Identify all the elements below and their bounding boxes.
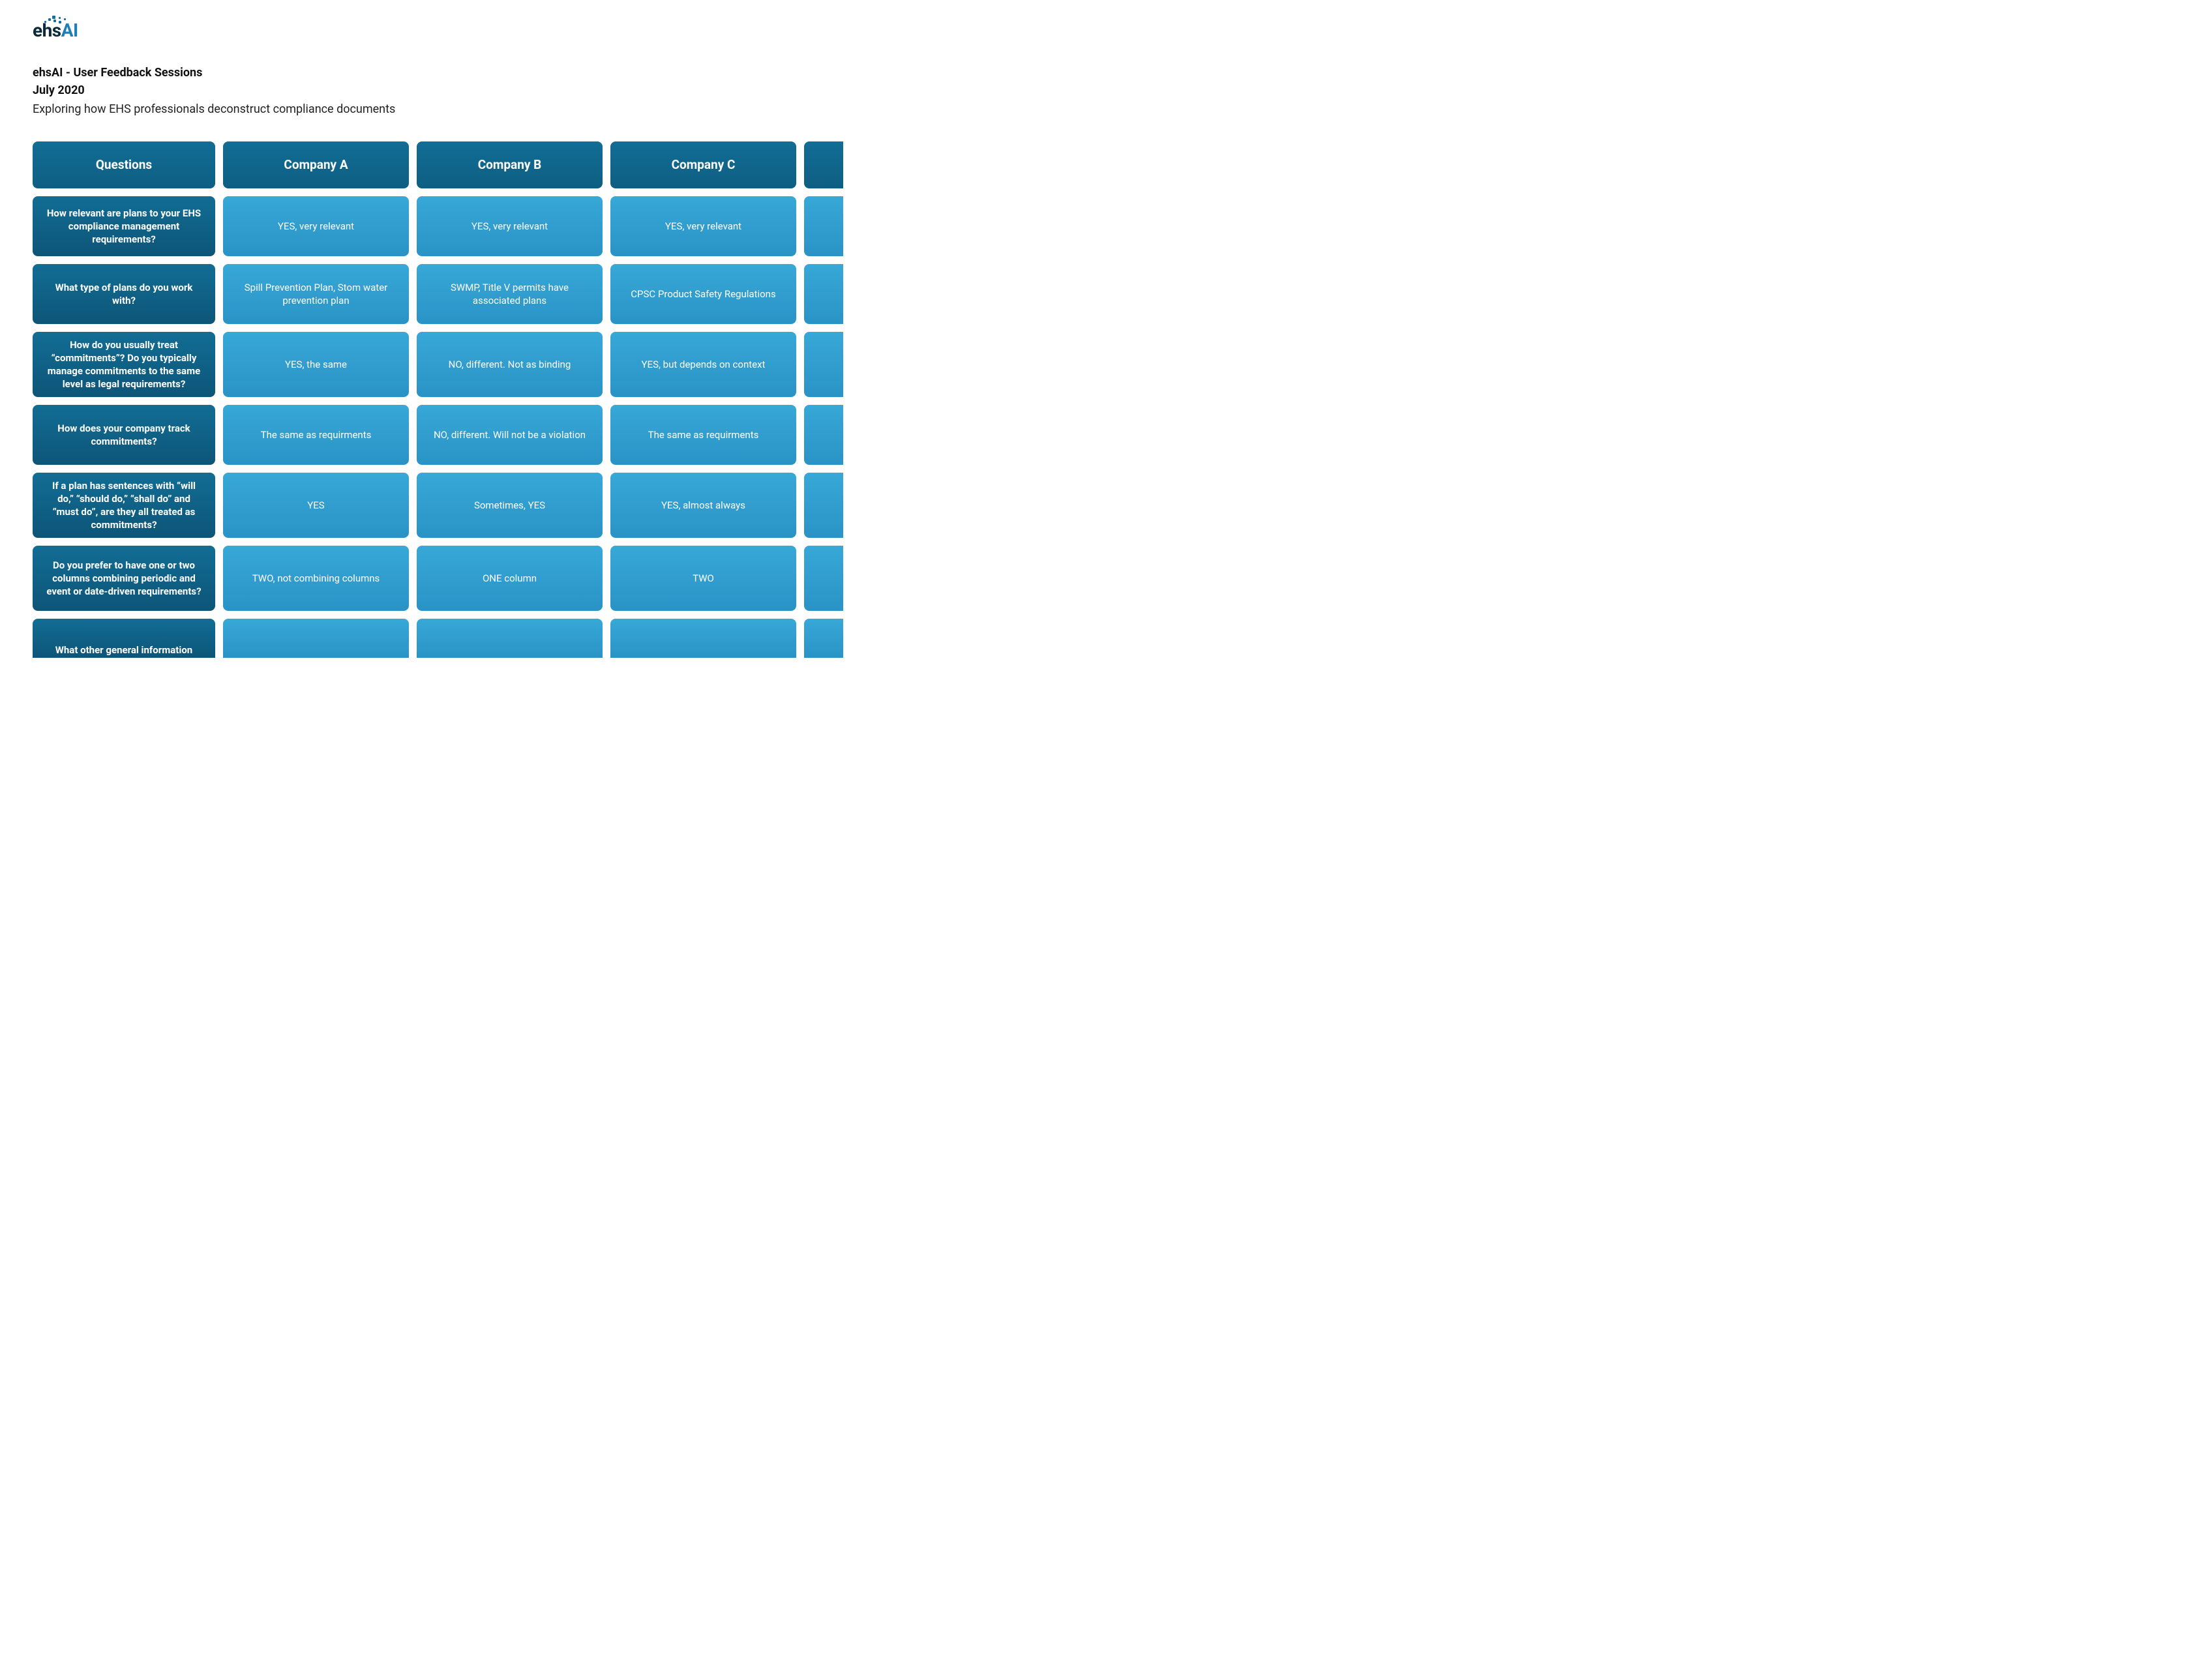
answer-cell: The same as requirments: [223, 405, 409, 465]
question-cell: If a plan has sentences with “will do,” …: [33, 473, 215, 538]
logo-dots-icon: [44, 16, 70, 26]
answer-cell: The same as requirments: [610, 405, 796, 465]
question-cell: How relevant are plans to your EHS compl…: [33, 196, 215, 256]
answer-cell: ONE column: [417, 546, 603, 611]
answer-cell: YES: [223, 473, 409, 538]
answer-cell: YES, very relevant: [417, 196, 603, 256]
page-title: ehsAI - User Feedback Sessions: [33, 64, 2212, 81]
answer-cell: YES, almost always: [610, 473, 796, 538]
page-date: July 2020: [33, 81, 2212, 99]
col-header-company-b: Company B: [417, 141, 603, 188]
col-header-overflow: [804, 141, 843, 188]
answer-cell: YES, very relevant: [610, 196, 796, 256]
answer-cell-overflow: [804, 196, 843, 256]
answer-cell: [417, 619, 603, 658]
col-header-company-c: Company C: [610, 141, 796, 188]
page-header: ehsAI - User Feedback Sessions July 2020…: [33, 64, 2212, 118]
answer-cell: Sometimes, YES: [417, 473, 603, 538]
question-cell: What type of plans do you work with?: [33, 264, 215, 324]
answer-cell: YES, the same: [223, 332, 409, 397]
answer-cell: SWMP, Title V permits have associated pl…: [417, 264, 603, 324]
answer-cell: YES, but depends on context: [610, 332, 796, 397]
answer-cell: Spill Prevention Plan, Stom water preven…: [223, 264, 409, 324]
answer-cell-overflow: [804, 264, 843, 324]
answer-cell-overflow: [804, 546, 843, 611]
question-cell: How do you usually treat “commitments”? …: [33, 332, 215, 397]
question-cell: What other general information: [33, 619, 215, 658]
answer-cell: CPSC Product Safety Regulations: [610, 264, 796, 324]
answer-cell: NO, different. Will not be a violation: [417, 405, 603, 465]
question-cell: Do you prefer to have one or two columns…: [33, 546, 215, 611]
answer-cell: [610, 619, 796, 658]
question-cell: How does your company track commitments?: [33, 405, 215, 465]
feedback-grid: Questions Company A Company B Company C …: [33, 141, 835, 658]
answer-cell-overflow: [804, 332, 843, 397]
answer-cell: TWO, not combining columns: [223, 546, 409, 611]
page-subtitle: Exploring how EHS professionals deconstr…: [33, 100, 2212, 118]
answer-cell-overflow: [804, 405, 843, 465]
answer-cell: TWO: [610, 546, 796, 611]
answer-cell: YES, very relevant: [223, 196, 409, 256]
answer-cell-overflow: [804, 619, 843, 658]
logo: ehsAI: [33, 20, 2212, 46]
answer-cell-overflow: [804, 473, 843, 538]
col-header-questions: Questions: [33, 141, 215, 188]
answer-cell: [223, 619, 409, 658]
answer-cell: NO, different. Not as binding: [417, 332, 603, 397]
col-header-company-a: Company A: [223, 141, 409, 188]
